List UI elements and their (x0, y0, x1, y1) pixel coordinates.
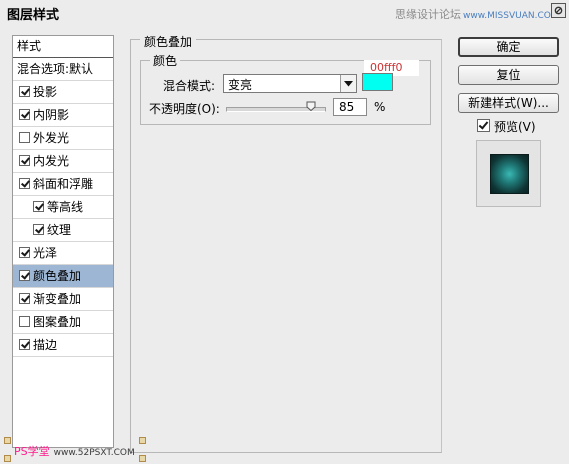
style-item-outer-glow[interactable]: 外发光 (13, 127, 113, 150)
satin-checkbox[interactable] (19, 247, 30, 258)
title-bar: 图层样式 思缘设计论坛 www.MISSVUAN.COM (0, 0, 569, 28)
blend-mode-select[interactable]: 变亮 (223, 74, 357, 93)
color-swatch[interactable] (362, 73, 393, 91)
pattern-overlay-checkbox[interactable] (19, 316, 30, 327)
color-group-title: 颜色 (150, 52, 181, 69)
texture-checkbox[interactable] (33, 224, 44, 235)
corner-marker (139, 437, 146, 444)
dialog-title: 图层样式 (7, 8, 60, 23)
style-item-label: 图案叠加 (33, 315, 82, 329)
watermark-bottom-site: www.52PSXT.COM (53, 448, 135, 458)
inner-shadow-checkbox[interactable] (19, 109, 30, 120)
styles-header[interactable]: 样式 (13, 36, 113, 58)
preview-label: 预览(V) (494, 120, 536, 134)
opacity-slider-thumb[interactable] (306, 101, 316, 111)
inner-glow-checkbox[interactable] (19, 155, 30, 166)
style-item-label: 等高线 (47, 200, 84, 214)
watermark-bottom-text: PS学堂 (14, 445, 50, 458)
dropdown-arrow-icon[interactable] (340, 75, 356, 92)
outer-glow-checkbox[interactable] (19, 132, 30, 143)
style-preview (476, 140, 541, 207)
style-item-texture[interactable]: 纹理 (13, 219, 113, 242)
style-item-label: 外发光 (33, 131, 70, 145)
blend-options-item[interactable]: 混合选项:默认 (13, 58, 113, 81)
style-item-bevel-emboss[interactable]: 斜面和浮雕 (13, 173, 113, 196)
style-item-inner-shadow[interactable]: 内阴影 (13, 104, 113, 127)
style-item-label: 内阴影 (33, 108, 70, 122)
style-item-label: 描边 (33, 338, 58, 352)
gradient-overlay-checkbox[interactable] (19, 293, 30, 304)
watermark-top-text: 思缘设计论坛 (395, 8, 461, 21)
bevel-emboss-checkbox[interactable] (19, 178, 30, 189)
style-item-color-overlay[interactable]: 颜色叠加 (13, 265, 113, 288)
stroke-checkbox[interactable] (19, 339, 30, 350)
corner-marker (4, 437, 11, 444)
new-style-button[interactable]: 新建样式(W)... (458, 93, 559, 113)
style-item-label: 内发光 (33, 154, 70, 168)
style-item-satin[interactable]: 光泽 (13, 242, 113, 265)
corner-marker (139, 455, 146, 462)
reset-button[interactable]: 复位 (458, 65, 559, 85)
close-icon (554, 6, 563, 15)
opacity-input[interactable]: 85 (333, 98, 367, 116)
style-item-inner-glow[interactable]: 内发光 (13, 150, 113, 173)
style-item-label: 渐变叠加 (33, 292, 82, 306)
corner-marker (4, 455, 11, 462)
color-overlay-checkbox[interactable] (19, 270, 30, 281)
drop-shadow-checkbox[interactable] (19, 86, 30, 97)
section-title: 颜色叠加 (140, 33, 197, 50)
ok-button[interactable]: 确定 (458, 37, 559, 57)
style-item-gradient-overlay[interactable]: 渐变叠加 (13, 288, 113, 311)
styles-list: 样式 混合选项:默认 投影 内阴影 外发光 内发光 斜面和浮雕 等高线 纹理 光… (12, 35, 114, 448)
preview-swatch (490, 154, 529, 194)
style-item-drop-shadow[interactable]: 投影 (13, 81, 113, 104)
opacity-label: 不透明度(O): (149, 102, 220, 116)
watermark-bottom: PS学堂 www.52PSXT.COM (14, 443, 135, 459)
style-item-contour[interactable]: 等高线 (13, 196, 113, 219)
watermark-top-site: www.MISSVUAN.COM (463, 11, 559, 21)
style-item-label: 光泽 (33, 246, 58, 260)
style-item-label: 斜面和浮雕 (33, 177, 94, 191)
close-button[interactable] (551, 3, 566, 18)
style-item-pattern-overlay[interactable]: 图案叠加 (13, 311, 113, 334)
blend-mode-label: 混合模式: (163, 79, 216, 93)
style-item-label: 纹理 (47, 223, 72, 237)
style-item-label: 投影 (33, 85, 58, 99)
style-item-label: 颜色叠加 (33, 269, 82, 283)
preview-checkbox[interactable] (477, 119, 490, 132)
watermark-top: 思缘设计论坛 www.MISSVUAN.COM (395, 6, 559, 22)
opacity-unit: % (374, 100, 386, 114)
style-item-stroke[interactable]: 描边 (13, 334, 113, 357)
contour-checkbox[interactable] (33, 201, 44, 212)
blend-mode-value: 变亮 (228, 78, 253, 92)
